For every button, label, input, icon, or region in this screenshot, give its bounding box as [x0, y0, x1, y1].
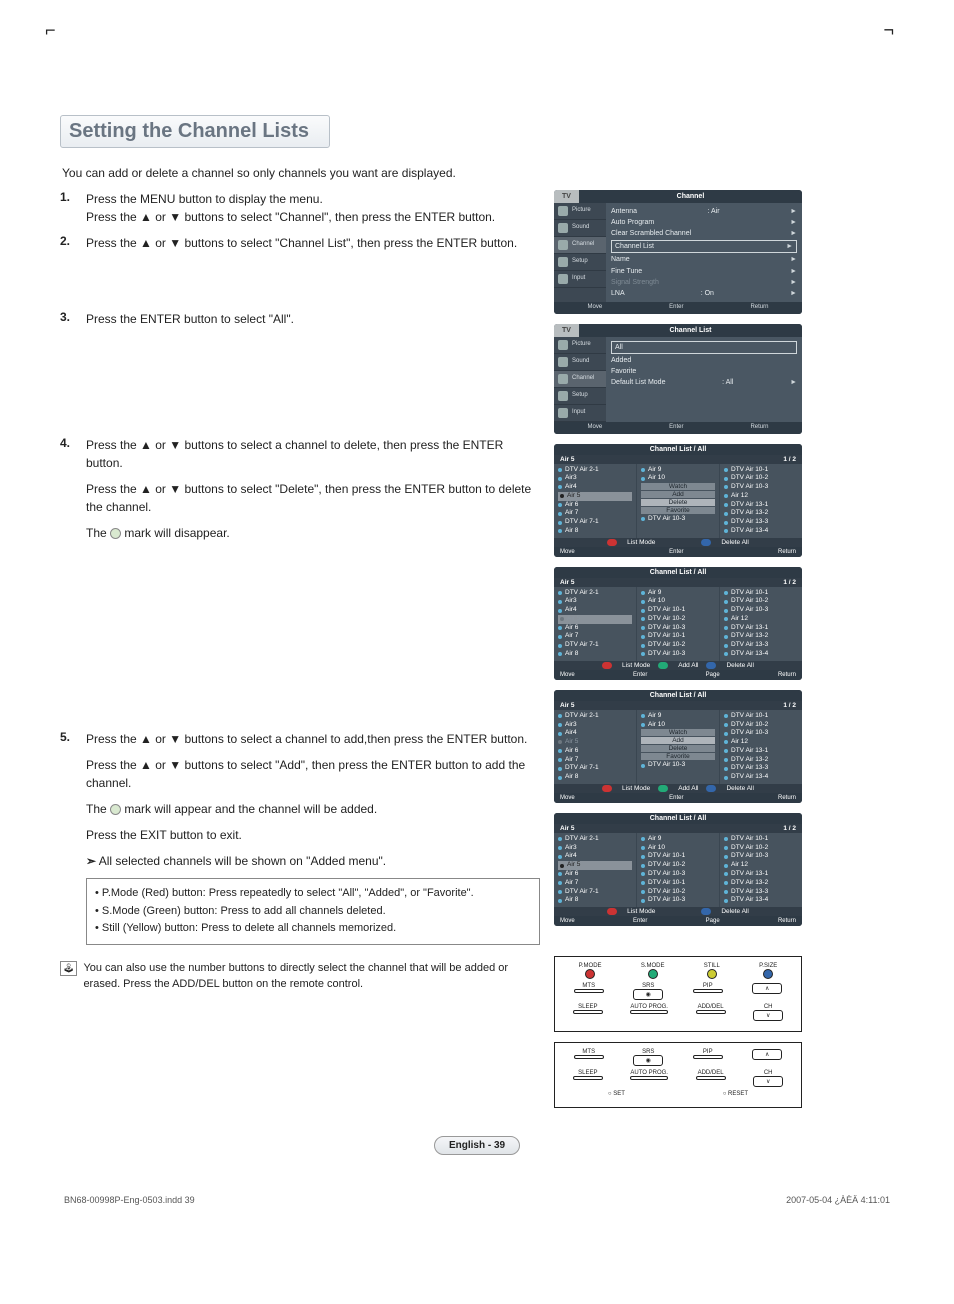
page-footer: English - 39: [60, 1136, 894, 1155]
osd-options: Antenna: Air► Auto Program► Clear Scramb…: [606, 203, 802, 302]
tip-yellow: • Still (Yellow) button: Press to delete…: [95, 920, 531, 938]
print-file: BN68-00998P-Eng-0503.indd 39: [64, 1195, 195, 1205]
osd-channel-list-menu: TV Channel List Picture Sound Channel Se…: [554, 324, 802, 434]
osd-channel-menu: TV Channel Picture Sound Channel Setup I…: [554, 190, 802, 314]
step4-b: Press the ▲ or ▼ buttons to select "Dele…: [86, 480, 540, 516]
crop-mark: ⌐: [45, 20, 56, 41]
channel-list-panel-deleted: Channel List / All Air 51 / 2 DTV Air 2-…: [554, 567, 802, 680]
channel-list-panel-added: Channel List / All Air 51 / 2 DTV Air 2-…: [554, 813, 802, 926]
step5-a: Press the ▲ or ▼ buttons to select a cha…: [86, 730, 540, 748]
remote-diagram-1: P.MODE S.MODE STILL P.SIZE MTS SRS◉ PIP …: [554, 956, 802, 1032]
channel-mark-icon: [110, 804, 121, 815]
section-title: Setting the Channel Lists: [60, 115, 330, 148]
footnote-text: You can also use the number buttons to d…: [83, 961, 540, 993]
step-5: 5. Press the ▲ or ▼ buttons to select a …: [60, 730, 540, 945]
tip-green: • S.Mode (Green) button: Press to add al…: [95, 903, 531, 921]
channel-mark-icon: [110, 528, 121, 539]
step5-d: Press the EXIT button to exit.: [86, 826, 540, 844]
color-button-tips: • P.Mode (Red) button: Press repeatedly …: [86, 878, 540, 945]
channel-list-panel-add: Channel List / All Air 51 / 2 DTV Air 2-…: [554, 690, 802, 803]
step5-e: ➣ All selected channels will be shown on…: [86, 852, 540, 870]
crop-mark: ¬: [883, 20, 894, 41]
step4-a: Press the ▲ or ▼ buttons to select a cha…: [86, 436, 540, 472]
channel-list-panel-delete: Channel List / All Air 51 / 2 DTV Air 2-…: [554, 444, 802, 557]
step-3: 3. Press the ENTER button to select "All…: [60, 310, 540, 328]
note-arrow-icon: ➣: [86, 854, 96, 868]
osd-tab: TV: [554, 190, 579, 203]
footnote: 🕹 You can also use the number buttons to…: [60, 961, 540, 993]
remote-icon: 🕹: [60, 961, 77, 976]
step-4: 4. Press the ▲ or ▼ buttons to select a …: [60, 436, 540, 542]
osd-sidebar: Picture Sound Channel Setup Input: [554, 203, 606, 302]
tip-red: • P.Mode (Red) button: Press repeatedly …: [95, 885, 531, 903]
manual-page: ⌐ ¬ Setting the Channel Lists You can ad…: [0, 0, 954, 1245]
instructions-column: 1. Press the MENU button to display the …: [60, 190, 540, 1108]
osd-title: Channel: [579, 190, 802, 203]
intro-text: You can add or delete a channel so only …: [62, 166, 894, 180]
print-metadata: BN68-00998P-Eng-0503.indd 39 2007-05-04 …: [60, 1195, 894, 1205]
step5-b: Press the ▲ or ▼ buttons to select "Add"…: [86, 756, 540, 792]
remote-diagram-2: MTS SRS◉ PIP ∧ SLEEP AUTO PROG. ADD/DEL …: [554, 1042, 802, 1108]
section-title-bar: Setting the Channel Lists: [60, 115, 894, 148]
step1-line1: Press the MENU button to display the men…: [86, 190, 495, 208]
step1-line2: Press the ▲ or ▼ buttons to select "Chan…: [86, 208, 495, 226]
step4-c: The mark will disappear.: [86, 524, 540, 542]
page-number: English - 39: [434, 1136, 520, 1155]
step-1: 1. Press the MENU button to display the …: [60, 190, 540, 226]
print-date: 2007-05-04 ¿ÀÈÄ 4:11:01: [786, 1195, 890, 1205]
step-2: 2. Press the ▲ or ▼ buttons to select "C…: [60, 234, 540, 252]
screenshots-column: TV Channel Picture Sound Channel Setup I…: [554, 190, 802, 1108]
step5-c: The mark will appear and the channel wil…: [86, 800, 540, 818]
